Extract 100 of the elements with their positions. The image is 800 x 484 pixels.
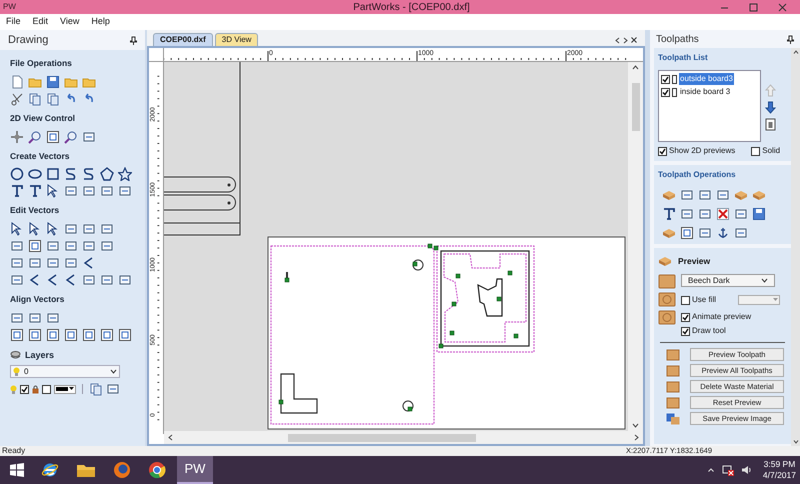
tool-icon[interactable] (106, 382, 120, 396)
tool-icon[interactable] (28, 256, 42, 270)
horizontal-scrollbar[interactable] (164, 431, 643, 444)
maximize-icon[interactable] (749, 2, 758, 12)
document-tab[interactable]: COEP00.dxf (153, 33, 213, 46)
pin-icon[interactable] (130, 36, 137, 44)
tool-icon[interactable] (82, 239, 96, 253)
checkbox[interactable] (751, 146, 760, 156)
text-tool-icon[interactable] (10, 184, 24, 198)
tool-icon[interactable] (82, 184, 96, 198)
down-arrow-icon[interactable] (765, 101, 776, 114)
fill-color-dropdown[interactable] (738, 295, 780, 305)
checkbox[interactable] (681, 312, 690, 322)
browser-icon[interactable] (41, 461, 59, 479)
chevron-up-icon[interactable] (792, 50, 798, 54)
zoom-icon[interactable] (28, 130, 42, 144)
scroll-thumb[interactable] (288, 434, 476, 442)
move-cross-icon[interactable] (10, 130, 24, 144)
frame-icon[interactable] (10, 328, 24, 342)
menu-item[interactable]: Help (91, 15, 110, 29)
tool-icon[interactable] (28, 310, 42, 325)
menu-item[interactable]: View (60, 15, 80, 29)
text-tool-icon[interactable] (662, 207, 676, 221)
wood-block-icon[interactable] (734, 188, 748, 202)
frame-icon[interactable] (680, 226, 694, 240)
tool-icon[interactable] (64, 184, 78, 198)
tool-icon[interactable] (100, 273, 114, 287)
wood-block-icon[interactable] (752, 188, 766, 202)
tool-icon[interactable] (10, 239, 24, 253)
tool-icon[interactable] (64, 222, 78, 236)
checkbox[interactable] (661, 74, 670, 84)
tool-icon[interactable] (64, 256, 78, 270)
delete-icon[interactable] (716, 207, 730, 221)
file-icon[interactable] (10, 74, 24, 89)
chevron-down-icon[interactable] (632, 423, 639, 428)
text-tool-icon[interactable] (28, 184, 42, 198)
windows-logo-icon[interactable] (10, 463, 24, 477)
curve-icon[interactable] (82, 167, 96, 182)
tool-icon[interactable] (118, 273, 132, 287)
drawing-canvas[interactable] (164, 62, 628, 434)
tool-icon[interactable] (10, 256, 24, 270)
clock-time[interactable]: 3:59 PM (764, 459, 796, 470)
frame-icon[interactable] (100, 328, 114, 342)
color-picker[interactable] (54, 384, 76, 394)
network-icon[interactable] (722, 464, 734, 476)
pointer-icon[interactable] (46, 222, 60, 236)
checkbox[interactable] (658, 146, 667, 156)
scroll-right-icon[interactable] (623, 37, 628, 44)
tool-icon[interactable] (734, 226, 748, 240)
checkbox[interactable] (661, 88, 670, 96)
tool-icon[interactable] (46, 310, 60, 325)
tool-icon[interactable] (82, 130, 96, 144)
scroll-thumb[interactable] (632, 82, 640, 130)
tool-icon[interactable] (10, 310, 24, 325)
tool-icon[interactable] (698, 207, 712, 221)
pointer-icon[interactable] (28, 222, 42, 236)
tool-icon[interactable] (716, 188, 730, 202)
save-icon[interactable] (46, 74, 60, 89)
tool-icon[interactable] (680, 188, 694, 202)
taskbar-app[interactable]: PW (177, 456, 213, 484)
frame-icon[interactable] (28, 239, 42, 253)
checkbox[interactable] (681, 326, 690, 336)
anchor-icon[interactable] (716, 226, 730, 240)
close-icon[interactable] (631, 37, 637, 43)
zoom-icon[interactable] (64, 130, 78, 144)
frame-icon[interactable] (64, 328, 78, 342)
tool-icon[interactable] (698, 188, 712, 202)
tool-icon[interactable] (100, 222, 114, 236)
scroll-left-icon[interactable] (615, 37, 620, 44)
pages-icon[interactable] (28, 92, 42, 106)
polygon-icon[interactable] (100, 167, 114, 182)
clock-date[interactable]: 4/7/2017 (762, 470, 796, 481)
frame-icon[interactable] (28, 328, 42, 342)
vertical-scrollbar[interactable] (628, 62, 643, 431)
folder-icon[interactable] (76, 462, 96, 478)
wood-block-icon[interactable] (662, 188, 676, 202)
tool-icon[interactable] (46, 239, 60, 253)
toolpath-item[interactable]: inside board 3 (679, 86, 732, 98)
checkbox[interactable] (681, 296, 690, 304)
rectangle-icon[interactable] (46, 167, 60, 182)
tool-icon[interactable] (82, 222, 96, 236)
pointer-icon[interactable] (10, 222, 24, 236)
circle-icon[interactable] (10, 167, 24, 182)
material-dropdown[interactable]: Beech Dark (681, 274, 775, 287)
chrome-icon[interactable] (148, 461, 166, 479)
toolpath-item[interactable]: outside board3 (679, 73, 734, 85)
ellipse-icon[interactable] (28, 167, 42, 182)
firefox-icon[interactable] (113, 461, 131, 479)
document-tab[interactable]: 3D View (214, 33, 258, 46)
frame-icon[interactable] (82, 328, 96, 342)
tool-icon[interactable] (698, 226, 712, 240)
vertical-scrollbar[interactable] (791, 48, 800, 446)
curve-icon[interactable] (64, 167, 78, 182)
tool-icon[interactable] (118, 184, 132, 198)
tool-icon[interactable] (100, 184, 114, 198)
tool-icon[interactable] (10, 273, 24, 287)
layer-dropdown[interactable]: 0 (10, 365, 120, 378)
chevron-up-icon[interactable] (632, 65, 639, 70)
pointer-icon[interactable] (46, 184, 60, 198)
tool-icon[interactable] (46, 256, 60, 270)
